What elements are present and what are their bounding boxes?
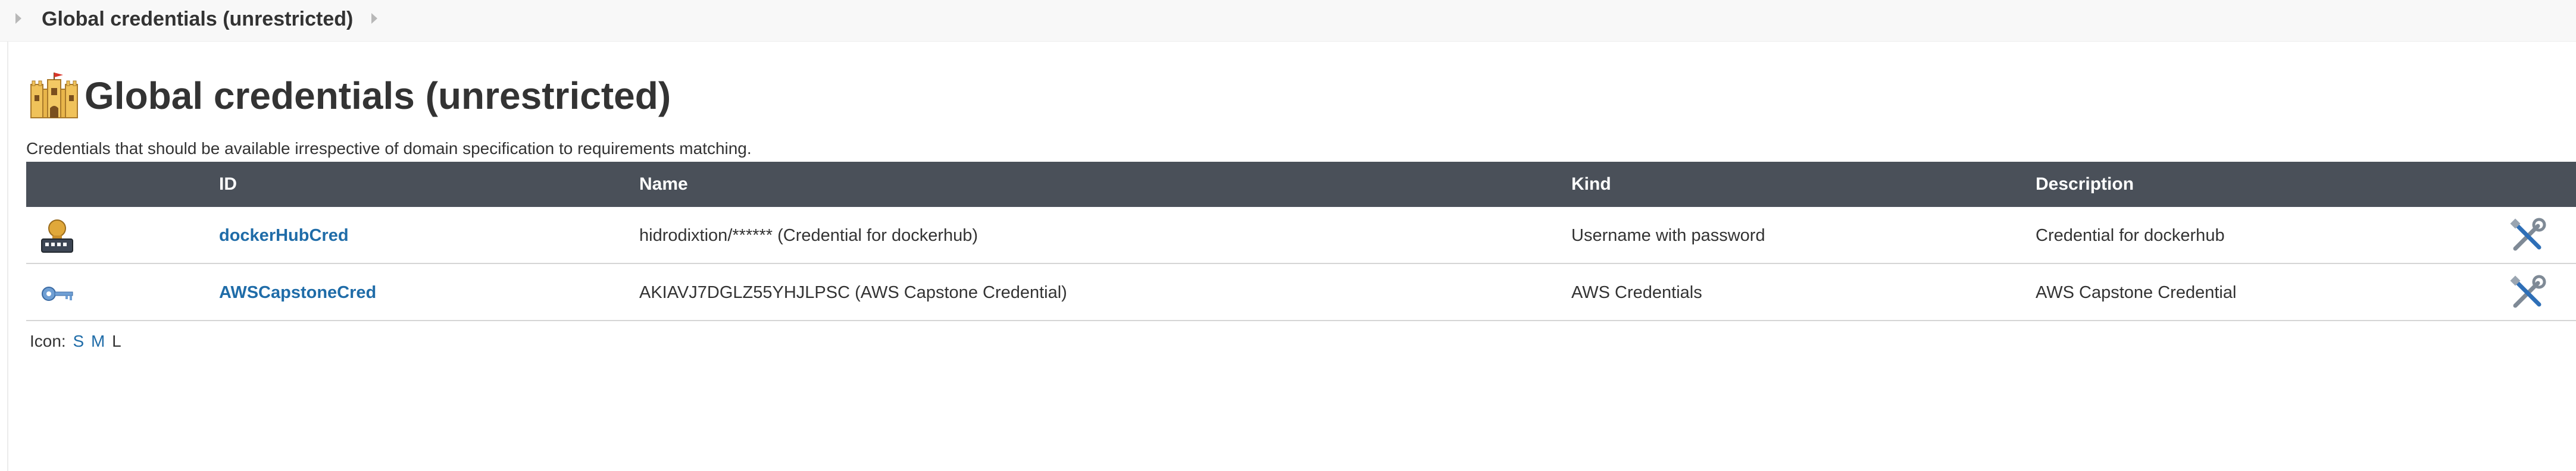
credential-description: AWS Capstone Credential: [2036, 283, 2237, 302]
credential-name: AKIAVJ7DGLZ55YHJLPSC (AWS Capstone Crede…: [639, 283, 1067, 302]
key-icon: [42, 287, 73, 301]
column-header-kind[interactable]: Kind: [1571, 162, 1611, 207]
credential-id-link[interactable]: AWSCapstoneCred: [219, 264, 376, 321]
table-row: dockerHubCred hidrodixtion/****** (Crede…: [26, 207, 2576, 264]
castle-icon: [30, 73, 78, 118]
page-heading: Global credentials (unrestricted): [30, 69, 671, 123]
icon-size-label: Icon:: [30, 332, 66, 350]
icon-size-selector: Icon: S M L: [30, 331, 121, 352]
credential-description: Credential for dockerhub: [2036, 226, 2225, 245]
configure-tools-icon[interactable]: [2509, 218, 2546, 255]
table-header: ID Name Kind Description: [26, 162, 2576, 207]
credential-id-link[interactable]: dockerHubCred: [219, 207, 349, 264]
icon-size-small-link[interactable]: S: [73, 332, 84, 350]
icon-size-medium-link[interactable]: M: [91, 332, 105, 350]
credential-kind: AWS Credentials: [1571, 283, 1702, 302]
page-title: Global credentials (unrestricted): [85, 74, 671, 117]
breadcrumb-menu-caret-icon[interactable]: [371, 13, 377, 24]
column-header-id[interactable]: ID: [219, 162, 237, 207]
breadcrumb-caret-icon[interactable]: [15, 13, 21, 24]
credential-name: hidrodixtion/****** (Credential for dock…: [639, 226, 978, 245]
username-password-icon: [41, 219, 73, 253]
credential-kind: Username with password: [1571, 226, 1765, 245]
breadcrumb-item-global-credentials[interactable]: Global credentials (unrestricted): [42, 6, 353, 32]
table-row: AWSCapstoneCred AKIAVJ7DGLZ55YHJLPSC (AW…: [26, 264, 2576, 321]
side-panel-divider: [7, 42, 8, 471]
breadcrumb: Global credentials (unrestricted): [0, 0, 2576, 42]
icon-size-large-current: L: [112, 332, 121, 350]
configure-tools-icon[interactable]: [2509, 275, 2546, 312]
page-description: Credentials that should be available irr…: [26, 139, 752, 158]
column-header-name[interactable]: Name: [639, 162, 688, 207]
column-header-description[interactable]: Description: [2036, 162, 2134, 207]
credentials-table: ID Name Kind Description dockerHubCred h…: [26, 162, 2576, 321]
